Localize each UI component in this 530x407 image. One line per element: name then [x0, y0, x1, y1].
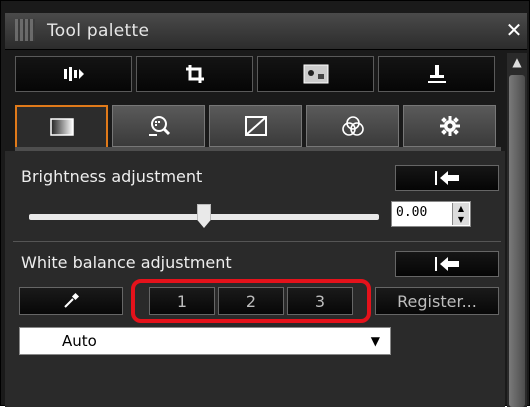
crop-tool-button[interactable] — [136, 56, 253, 92]
tab-basic[interactable] — [15, 105, 108, 147]
brightness-reset-button[interactable] — [395, 165, 499, 191]
curve-icon — [244, 116, 267, 136]
wb-preset-2-button[interactable]: 2 — [218, 287, 284, 315]
levels-tool-button[interactable] — [15, 56, 132, 92]
brightness-value-field[interactable]: 0.00 ▲ ▼ — [391, 201, 471, 227]
image-tool-button[interactable] — [257, 56, 374, 92]
eyedropper-icon — [64, 292, 80, 308]
tab-settings[interactable] — [403, 105, 496, 147]
brightness-value[interactable]: 0.00 — [396, 205, 427, 220]
brightness-label: Brightness adjustment — [21, 167, 203, 186]
tool-palette-window: Tool palette ✕ ▲ Brightness adjustment 0… — [0, 0, 530, 407]
window-title: Tool palette — [47, 21, 150, 41]
dropdown-arrow-icon[interactable]: ▼ — [371, 334, 380, 348]
tab-detail[interactable] — [112, 105, 205, 147]
white-balance-label: White balance adjustment — [21, 253, 232, 272]
tool-selector-row — [15, 56, 495, 94]
stamp-icon — [427, 65, 446, 83]
color-circles-icon — [341, 116, 364, 136]
reset-arrow-icon — [435, 171, 459, 185]
spin-arrows-icon[interactable]: ▲ ▼ — [452, 203, 469, 225]
eyedropper-button[interactable] — [19, 287, 123, 315]
crop-icon — [185, 65, 204, 83]
scroll-up-arrow-icon[interactable]: ▲ — [507, 53, 527, 71]
close-button[interactable]: ✕ — [503, 15, 525, 45]
tab-row — [15, 105, 501, 147]
wb-preset-3-button[interactable]: 3 — [287, 287, 353, 315]
basic-adjustment-panel: Brightness adjustment 0.00 ▲ ▼ White bala… — [5, 151, 505, 407]
title-bar[interactable]: Tool palette ✕ — [5, 13, 527, 50]
levels-icon — [63, 67, 84, 81]
reset-arrow-icon — [435, 257, 459, 271]
gradient-square-icon — [49, 118, 74, 136]
brightness-slider-thumb[interactable] — [197, 204, 211, 228]
tab-curve[interactable] — [209, 105, 302, 147]
white-balance-selected-value: Auto — [62, 332, 97, 350]
register-button[interactable]: Register... — [375, 287, 499, 315]
palette-grid-icon — [15, 19, 35, 41]
white-balance-dropdown[interactable]: Auto ▼ — [19, 327, 391, 355]
stamp-tool-button[interactable] — [378, 56, 495, 92]
magnifier-icon — [148, 116, 170, 136]
image-icon — [303, 64, 328, 84]
tab-color[interactable] — [306, 105, 399, 147]
white-balance-reset-button[interactable] — [395, 251, 499, 277]
section-divider — [13, 241, 501, 242]
gear-icon — [439, 116, 460, 136]
wb-preset-1-button[interactable]: 1 — [149, 287, 215, 315]
vertical-scrollbar[interactable]: ▲ — [507, 53, 527, 407]
scroll-thumb[interactable] — [509, 75, 525, 407]
